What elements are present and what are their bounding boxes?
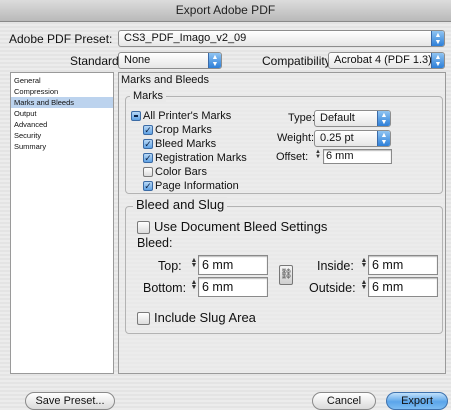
preset-label: Adobe PDF Preset: [9,32,113,46]
select-arrows-icon: ▲ ▼ [431,31,444,46]
inside-stepper-icon[interactable]: ▲ ▼ [360,257,368,273]
offset-label: Offset: [276,151,309,163]
sidebar-item-compression[interactable]: Compression [11,86,113,97]
top-label: Top: [158,259,182,273]
offset-input[interactable]: 6 mm [323,149,392,164]
include-slug-label: Include Slug Area [154,310,256,325]
bleed-slug-group-title: Bleed and Slug [133,197,228,212]
weight-select[interactable]: 0.25 pt ▲ ▼ [314,130,391,147]
outside-input[interactable]: 6 mm [368,277,438,297]
compatibility-value: Acrobat 4 (PDF 1.3) [334,54,432,66]
chain-link-icon[interactable]: ⛓ [279,265,293,285]
bleed-marks-label: Bleed Marks [155,138,217,150]
type-value: Default [320,112,355,124]
use-document-bleed-checkbox[interactable] [137,221,150,234]
bleed-marks-checkbox[interactable]: ✓ [143,139,153,149]
sidebar-item-advanced[interactable]: Advanced [11,119,113,130]
select-arrows-icon: ▲ ▼ [377,111,390,126]
bleed-label: Bleed: [137,236,173,250]
save-preset-button[interactable]: Save Preset... [25,392,115,410]
top-stepper-icon[interactable]: ▲ ▼ [190,257,198,273]
use-document-bleed-label: Use Document Bleed Settings [154,219,328,234]
type-label: Type: [288,112,315,124]
color-bars-checkbox[interactable] [143,167,153,177]
bottom-stepper-icon[interactable]: ▲ ▼ [190,279,198,295]
sidebar-item-security[interactable]: Security [11,130,113,141]
outside-stepper-icon[interactable]: ▲ ▼ [360,279,368,295]
weight-label: Weight: [277,132,315,144]
inside-input[interactable]: 6 mm [368,255,438,275]
all-printers-marks-label: All Printer's Marks [143,110,232,122]
bottom-label: Bottom: [143,281,187,295]
select-arrows-icon: ▲ ▼ [431,53,444,68]
registration-marks-checkbox[interactable]: ✓ [143,153,153,163]
export-button[interactable]: Export [386,392,448,410]
page-information-checkbox[interactable]: ✓ [143,181,153,191]
weight-value: 0.25 pt [320,132,354,144]
select-arrows-icon: ▲ ▼ [377,131,390,146]
marks-group-title: Marks [130,90,166,102]
standard-select[interactable]: None ▲ ▼ [118,52,222,69]
panel-heading: Marks and Bleeds [121,74,210,86]
page-information-label: Page Information [155,180,239,192]
preset-value: CS3_PDF_Imago_v2_09 [124,32,247,44]
registration-marks-label: Registration Marks [155,152,247,164]
select-arrows-icon: ▲ ▼ [208,53,221,68]
sidebar-item-output[interactable]: Output [11,108,113,119]
include-slug-checkbox[interactable] [137,312,150,325]
all-printers-marks-checkbox[interactable] [131,111,141,121]
standard-value: None [124,54,151,66]
type-select[interactable]: Default ▲ ▼ [314,110,391,127]
outside-label: Outside: [309,281,356,295]
preset-select[interactable]: CS3_PDF_Imago_v2_09 ▲ ▼ [118,30,445,47]
inside-label: Inside: [317,259,354,273]
export-pdf-dialog: Export Adobe PDF Adobe PDF Preset: CS3_P… [0,0,451,410]
top-input[interactable]: 6 mm [198,255,268,275]
offset-stepper-icon[interactable]: ▲ ▼ [314,149,322,163]
window-title: Export Adobe PDF [0,0,451,22]
bottom-input[interactable]: 6 mm [198,277,268,297]
standard-label: Standard: [70,54,123,68]
compatibility-label: Compatibility: [262,54,335,68]
sidebar-item-summary[interactable]: Summary [11,141,113,152]
sidebar-item-general[interactable]: General [11,75,113,86]
category-sidebar: General Compression Marks and Bleeds Out… [10,72,114,374]
crop-marks-checkbox[interactable]: ✓ [143,125,153,135]
cancel-button[interactable]: Cancel [312,392,376,410]
compatibility-select[interactable]: Acrobat 4 (PDF 1.3) ▲ ▼ [328,52,445,69]
color-bars-label: Color Bars [155,166,207,178]
crop-marks-label: Crop Marks [155,124,212,136]
sidebar-item-marks-and-bleeds[interactable]: Marks and Bleeds [11,97,113,108]
